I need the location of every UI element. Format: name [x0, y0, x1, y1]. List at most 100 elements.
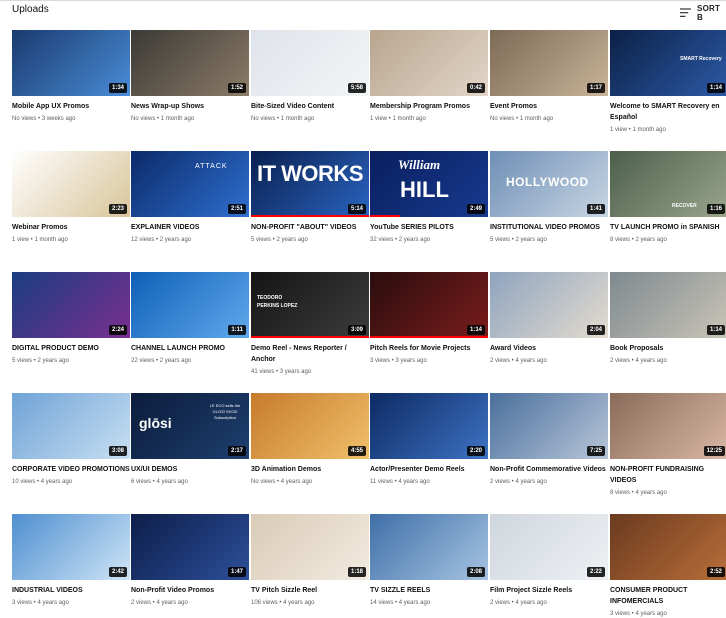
video-thumbnail[interactable]: glōsi LE ECO sells the GLOSI SVOD Subscri…	[131, 393, 249, 459]
video-thumbnail[interactable]: 12:25	[610, 393, 726, 459]
video-thumbnail[interactable]: 2:22	[490, 514, 608, 580]
video-thumbnail[interactable]: 1:14	[610, 272, 726, 338]
video-title[interactable]: INSTITUTIONAL VIDEO PROMOS	[490, 222, 608, 233]
video-title[interactable]: Film Project Sizzle Reels	[490, 585, 608, 596]
video-card[interactable]: RECOVER 1:16 TV LAUNCH PROMO in SPANISH 8 v…	[610, 151, 726, 272]
video-thumbnail[interactable]: 4:55	[251, 393, 369, 459]
video-title[interactable]: TV LAUNCH PROMO in SPANISH	[610, 222, 726, 233]
video-card[interactable]: 2:20 Actor/Presenter Demo Reels 11 views •…	[370, 393, 488, 514]
video-card[interactable]: 2:24 DIGITAL PRODUCT DEMO 5 views • 2 year…	[12, 272, 130, 393]
video-card[interactable]: 12:25 NON-PROFIT FUNDRAISING VIDEOS 8 view…	[610, 393, 726, 514]
video-title[interactable]: News Wrap-up Shows	[131, 101, 249, 112]
video-card[interactable]: 1:34 Mobile App UX Promos No views • 3 wee…	[12, 30, 130, 151]
video-card[interactable]: 0:42 Membership Program Promos 1 view • 1 …	[370, 30, 488, 151]
video-thumbnail[interactable]: ATTACK 2:51	[131, 151, 249, 217]
video-card[interactable]: 2:23 Webinar Promos 1 view • 1 month ago	[12, 151, 130, 272]
video-card[interactable]: 5:58 Bite-Sized Video Content No views • 1…	[251, 30, 369, 151]
video-thumbnail[interactable]: SMART Recovery 1:14	[610, 30, 726, 96]
video-title[interactable]: Pitch Reels for Movie Projects	[370, 343, 488, 354]
video-title[interactable]: CORPORATE VIDEO PROMOTIONS	[12, 464, 130, 475]
video-card[interactable]: IT WORKS 5:14 NON-PROFIT "ABOUT" VIDEOS 5 v…	[251, 151, 369, 272]
video-title[interactable]: Non-Profit Commemorative Videos	[490, 464, 608, 475]
video-thumbnail[interactable]: William HILL 2:49	[370, 151, 488, 217]
video-card[interactable]: 2:04 Award Videos 2 views • 4 years ago	[490, 272, 608, 393]
video-card[interactable]: 4:55 3D Animation Demos No views • 4 years…	[251, 393, 369, 514]
video-title[interactable]: TV SIZZLE REELS	[370, 585, 488, 596]
duration-badge: 2:17	[227, 446, 246, 456]
video-title[interactable]: Bite-Sized Video Content	[251, 101, 369, 112]
video-thumbnail[interactable]: 1:11	[131, 272, 249, 338]
video-thumbnail[interactable]: 2:42	[12, 514, 130, 580]
video-title[interactable]: CONSUMER PRODUCT INFOMERCIALS	[610, 585, 726, 607]
video-meta: No views • 1 month ago	[490, 116, 554, 122]
video-thumbnail[interactable]: 2:23	[12, 151, 130, 217]
video-card[interactable]: William HILL 2:49 YouTube SERIES PILOTS 32 v…	[370, 151, 488, 272]
video-thumbnail[interactable]: 2:20	[370, 393, 488, 459]
video-title[interactable]: Non-Profit Video Promos	[131, 585, 249, 596]
video-card[interactable]: 1:11 CHANNEL LAUNCH PROMO 22 views • 2 yea…	[131, 272, 249, 393]
video-card[interactable]: SMART Recovery 1:14 Welcome to SMART Recov…	[610, 30, 726, 151]
video-title[interactable]: NON-PROFIT FUNDRAISING VIDEOS	[610, 464, 726, 486]
video-thumbnail[interactable]: IT WORKS 5:14	[251, 151, 369, 217]
video-title[interactable]: YouTube SERIES PILOTS	[370, 222, 488, 233]
thumbnail-caption: William	[398, 157, 441, 172]
video-title[interactable]: Event Promos	[490, 101, 608, 112]
video-card[interactable]: 7:25 Non-Profit Commemorative Videos 2 vie…	[490, 393, 608, 514]
video-card[interactable]: ATTACK 2:51 EXPLAINER VIDEOS 12 views • 2 y…	[131, 151, 249, 272]
video-thumbnail[interactable]: TEODORO PERKINS LOPEZ 3:09	[251, 272, 369, 338]
duration-badge: 12:25	[703, 446, 725, 456]
video-title[interactable]: Demo Reel - News Reporter / Anchor	[251, 343, 369, 365]
video-title[interactable]: EXPLAINER VIDEOS	[131, 222, 249, 233]
video-card[interactable]: 1:18 TV Pitch Sizzle Reel 106 views • 4 ye…	[251, 514, 369, 618]
video-title[interactable]: INDUSTRIAL VIDEOS	[12, 585, 130, 596]
video-card[interactable]: HOLLYWOOD 1:41 INSTITUTIONAL VIDEO PROMOS 5…	[490, 151, 608, 272]
video-title[interactable]: Book Proposals	[610, 343, 726, 354]
video-title[interactable]: Webinar Promos	[12, 222, 130, 233]
video-thumbnail[interactable]: 1:47	[131, 514, 249, 580]
video-thumbnail[interactable]: HOLLYWOOD 1:41	[490, 151, 608, 217]
video-card[interactable]: 3:08 CORPORATE VIDEO PROMOTIONS 10 views •…	[12, 393, 130, 514]
duration-badge: 1:47	[227, 567, 246, 577]
video-card[interactable]: 2:08 TV SIZZLE REELS 14 views • 4 years ag…	[370, 514, 488, 618]
video-thumbnail[interactable]: 2:04	[490, 272, 608, 338]
video-thumbnail[interactable]: 1:17	[490, 30, 608, 96]
video-card[interactable]: 1:52 News Wrap-up Shows No views • 1 month…	[131, 30, 249, 151]
video-title[interactable]: Mobile App UX Promos	[12, 101, 130, 112]
video-title[interactable]: Welcome to SMART Recovery en Español	[610, 101, 726, 123]
video-thumbnail[interactable]: 2:52	[610, 514, 726, 580]
video-title[interactable]: UX/UI DEMOS	[131, 464, 249, 475]
watch-progress-bar	[251, 336, 369, 338]
video-thumbnail[interactable]: 2:24	[12, 272, 130, 338]
video-card[interactable]: 1:47 Non-Profit Video Promos 2 views • 4 y…	[131, 514, 249, 618]
video-card[interactable]: 2:52 CONSUMER PRODUCT INFOMERCIALS 3 views…	[610, 514, 726, 618]
sort-button[interactable]: SORT B	[680, 4, 726, 22]
video-thumbnail[interactable]: 1:52	[131, 30, 249, 96]
video-meta: 12 views • 2 years ago	[131, 237, 192, 243]
video-title[interactable]: CHANNEL LAUNCH PROMO	[131, 343, 249, 354]
video-card[interactable]: 1:14 Book Proposals 2 views • 4 years ago	[610, 272, 726, 393]
video-title[interactable]: TV Pitch Sizzle Reel	[251, 585, 369, 596]
video-card[interactable]: 1:17 Event Promos No views • 1 month ago	[490, 30, 608, 151]
video-card[interactable]: TEODORO PERKINS LOPEZ 3:09 Demo Reel - New…	[251, 272, 369, 393]
video-thumbnail[interactable]: 1:14	[370, 272, 488, 338]
video-thumbnail[interactable]: 1:18	[251, 514, 369, 580]
video-title[interactable]: Actor/Presenter Demo Reels	[370, 464, 488, 475]
video-thumbnail[interactable]: 2:08	[370, 514, 488, 580]
video-thumbnail[interactable]: RECOVER 1:16	[610, 151, 726, 217]
video-meta: 3 views • 3 years ago	[370, 358, 427, 364]
video-thumbnail[interactable]: 0:42	[370, 30, 488, 96]
thumbnail-caption: RECOVER	[672, 203, 697, 209]
video-title[interactable]: NON-PROFIT "ABOUT" VIDEOS	[251, 222, 369, 233]
video-thumbnail[interactable]: 3:08	[12, 393, 130, 459]
video-card[interactable]: 2:42 INDUSTRIAL VIDEOS 3 views • 4 years a…	[12, 514, 130, 618]
video-title[interactable]: Award Videos	[490, 343, 608, 354]
video-title[interactable]: DIGITAL PRODUCT DEMO	[12, 343, 130, 354]
video-title[interactable]: Membership Program Promos	[370, 101, 488, 112]
video-card[interactable]: 1:14 Pitch Reels for Movie Projects 3 view…	[370, 272, 488, 393]
video-card[interactable]: glōsi LE ECO sells the GLOSI SVOD Subscri…	[131, 393, 249, 514]
video-card[interactable]: 2:22 Film Project Sizzle Reels 2 views • 4…	[490, 514, 608, 618]
video-thumbnail[interactable]: 7:25	[490, 393, 608, 459]
video-title[interactable]: 3D Animation Demos	[251, 464, 369, 475]
video-thumbnail[interactable]: 1:34	[12, 30, 130, 96]
video-thumbnail[interactable]: 5:58	[251, 30, 369, 96]
